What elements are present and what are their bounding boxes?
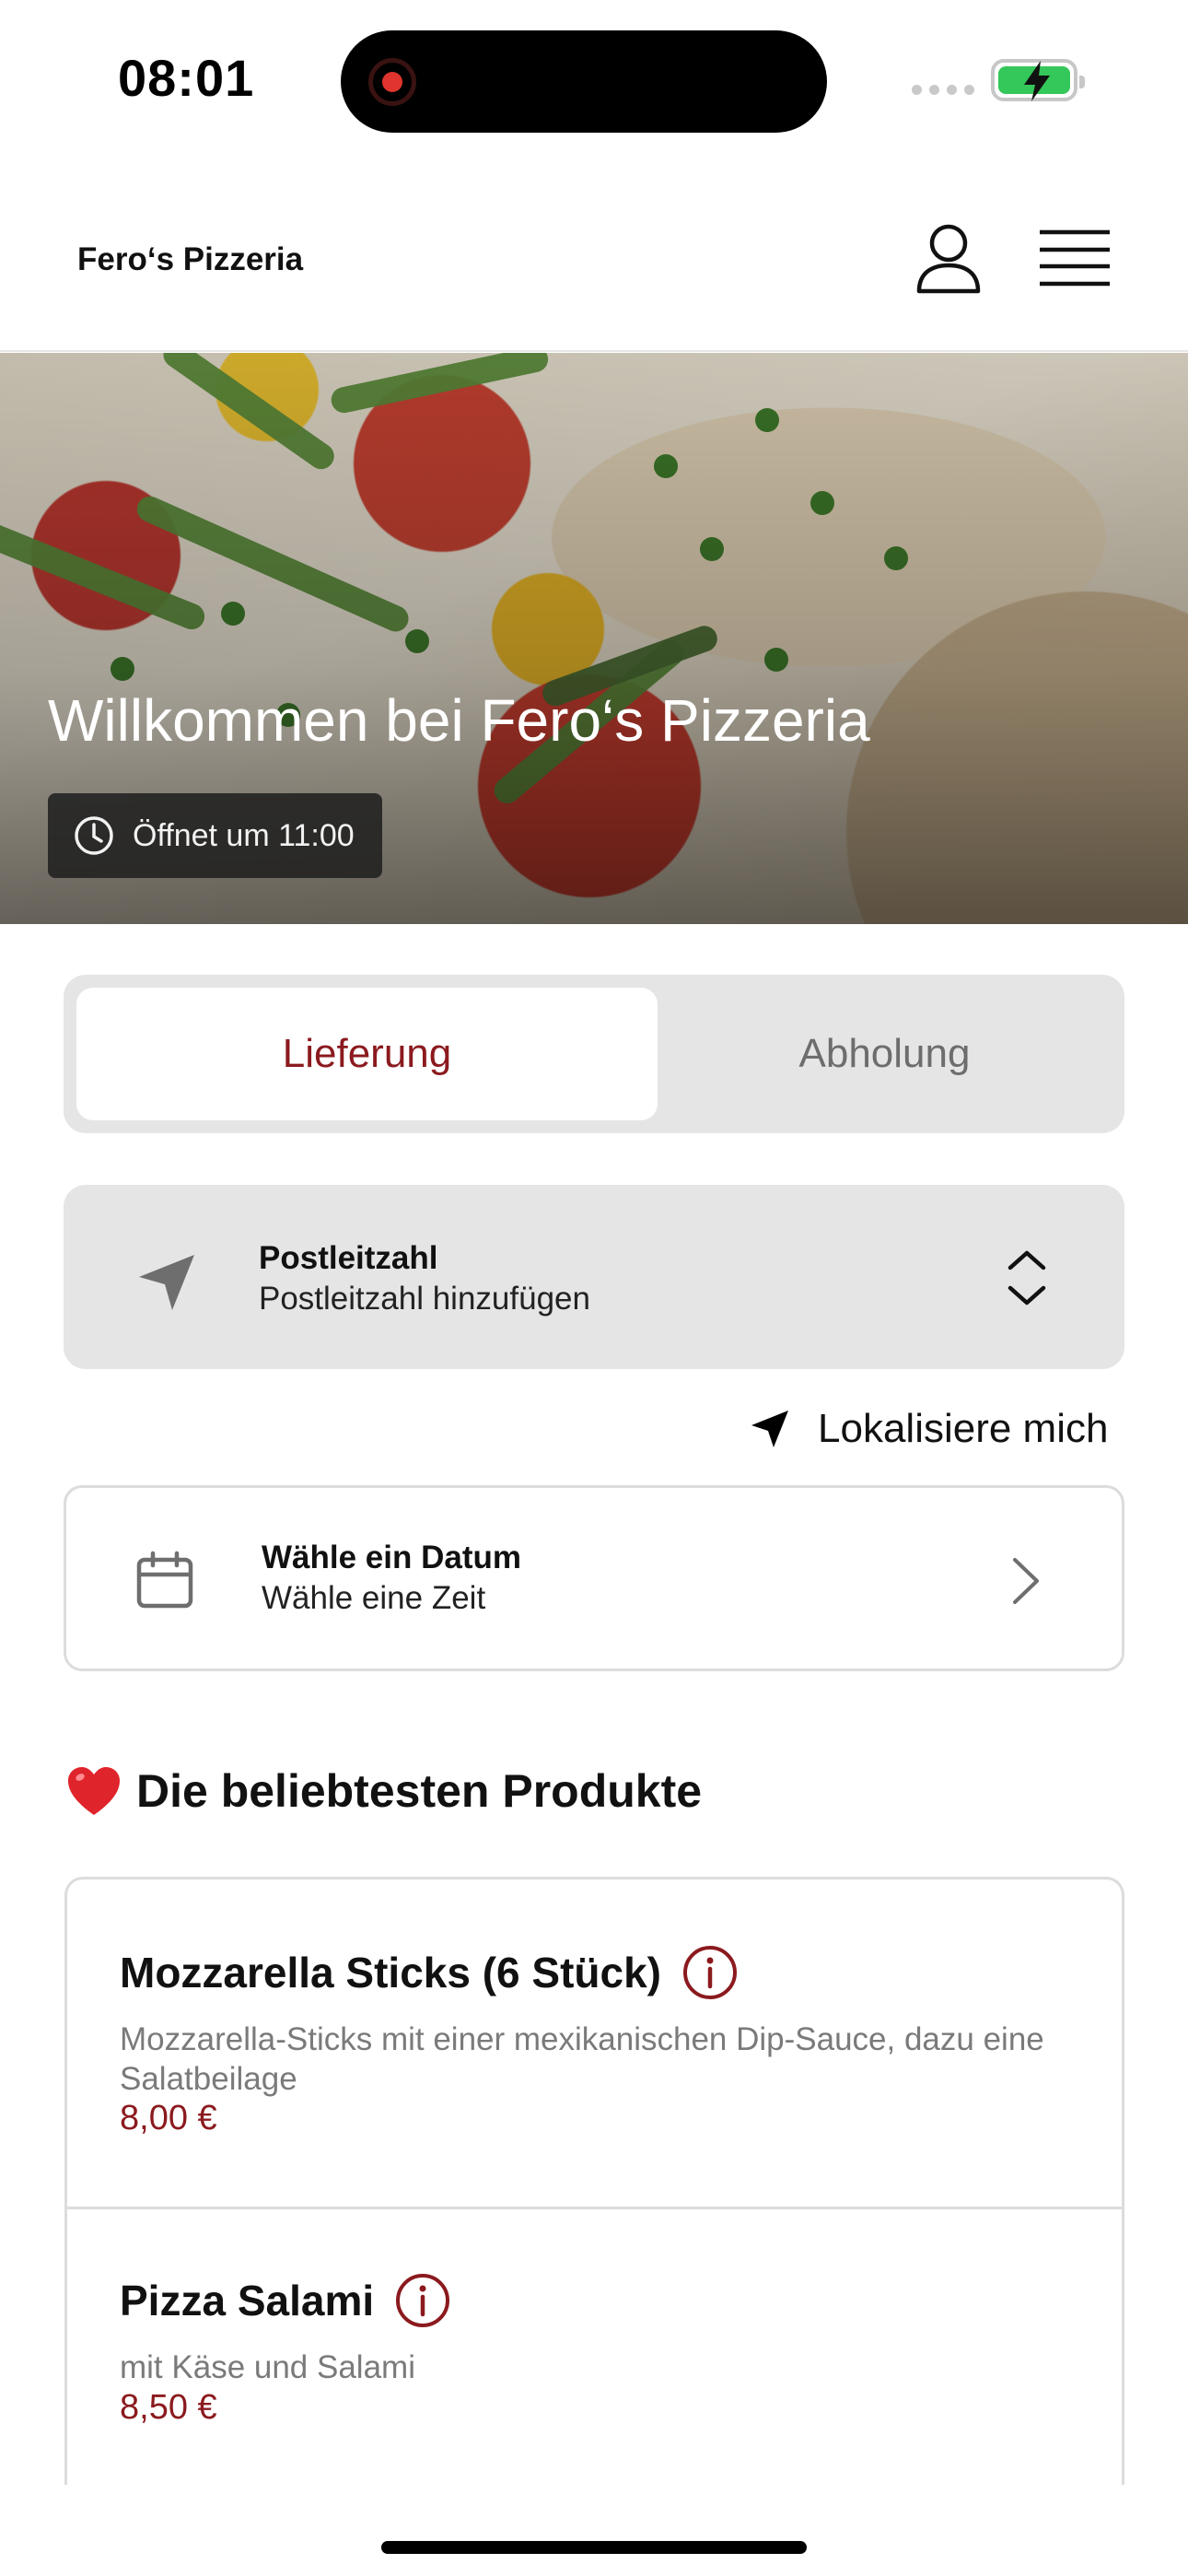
user-icon[interactable] — [912, 221, 985, 295]
product-list: Mozzarella Sticks (6 Stück) Mozzarella-S… — [64, 1877, 1124, 2485]
product-item[interactable]: Pizza Salami mit Käse und Salami 8,50 € — [67, 2207, 1122, 2485]
location-arrow-icon — [139, 1255, 194, 1310]
date-time-picker[interactable]: Wähle ein Datum Wähle eine Zeit — [64, 1485, 1124, 1671]
info-icon[interactable] — [394, 2272, 451, 2329]
product-name: Pizza Salami — [120, 2277, 375, 2324]
home-indicator[interactable] — [381, 2541, 807, 2554]
status-bar: 08:01 — [0, 0, 1188, 157]
hero-title: Willkommen bei Fero‘s Pizzeria — [48, 687, 870, 754]
postcode-value: Postleitzahl hinzufügen — [259, 1281, 590, 1317]
product-price: 8,50 € — [120, 2388, 217, 2427]
locate-me-label: Lokalisiere mich — [818, 1406, 1109, 1451]
time-label: Wähle eine Zeit — [262, 1580, 486, 1616]
order-mode-switch: Lieferung Abholung — [64, 975, 1124, 1133]
date-label: Wähle ein Datum — [262, 1540, 521, 1575]
status-time: 08:01 — [118, 49, 255, 107]
chevron-up-down-icon — [1007, 1250, 1046, 1306]
brand-name[interactable]: Fero‘s Pizzeria — [77, 241, 303, 278]
menu-icon[interactable] — [1036, 225, 1113, 291]
tab-delivery[interactable]: Lieferung — [76, 988, 658, 1120]
popular-products-title: Die beliebtesten Produkte — [136, 1765, 703, 1817]
recording-icon — [368, 58, 416, 106]
product-name: Mozzarella Sticks (6 Stück) — [120, 1949, 661, 1996]
popular-products-heading: Die beliebtesten Produkte — [66, 1764, 702, 1818]
battery-icon — [991, 59, 1085, 101]
hero-banner: Willkommen bei Fero‘s Pizzeria Öffnet um… — [0, 353, 1188, 924]
product-item[interactable]: Mozzarella Sticks (6 Stück) Mozzarella-S… — [67, 1879, 1122, 2207]
product-price: 8,00 € — [120, 2099, 217, 2137]
chevron-right-icon — [1013, 1558, 1039, 1604]
postcode-label: Postleitzahl — [259, 1240, 438, 1276]
opening-hours-badge: Öffnet um 11:00 — [48, 793, 382, 878]
clock-icon — [75, 816, 113, 855]
location-arrow-icon — [751, 1411, 788, 1447]
tab-pickup[interactable]: Abholung — [658, 988, 1112, 1120]
heart-icon — [68, 1767, 120, 1815]
info-icon[interactable] — [681, 1944, 739, 2001]
locate-me-button[interactable]: Lokalisiere mich — [750, 1399, 1108, 1459]
charging-bolt-icon — [1024, 61, 1050, 101]
app-header: Fero‘s Pizzeria — [0, 184, 1188, 352]
postcode-selector[interactable]: Postleitzahl Postleitzahl hinzufügen — [64, 1185, 1124, 1369]
dynamic-island — [341, 30, 827, 133]
calendar-icon — [136, 1551, 193, 1609]
product-description: Mozzarella-Sticks mit einer mexikanische… — [120, 2021, 1044, 2097]
opening-hours-text: Öffnet um 11:00 — [133, 817, 355, 853]
product-description: mit Käse und Salami — [120, 2349, 415, 2385]
cellular-signal-icon — [912, 85, 974, 95]
